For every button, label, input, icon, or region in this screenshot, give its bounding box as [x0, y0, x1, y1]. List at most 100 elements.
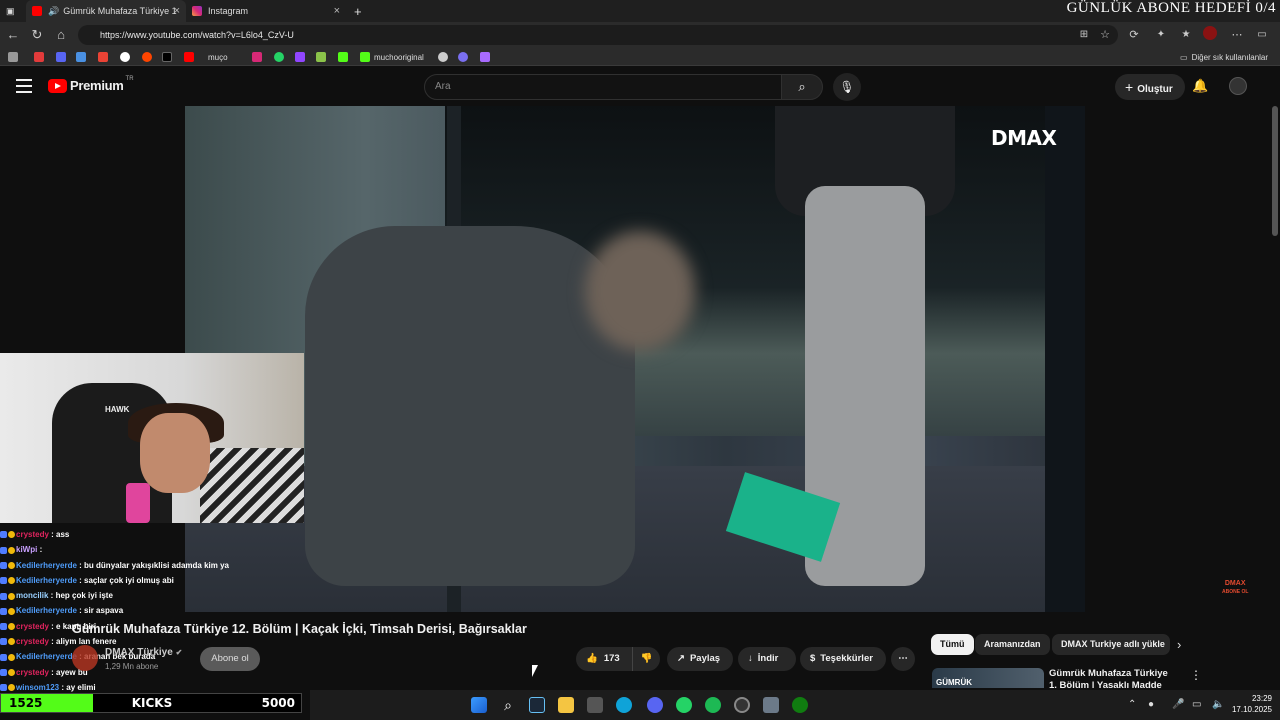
download-icon: ↓ — [748, 653, 753, 664]
chip-channel-uploads[interactable]: DMAX Turkiye adlı yükle — [1052, 634, 1170, 655]
extension-icon[interactable]: ✦ — [1152, 26, 1170, 44]
discord-icon[interactable] — [647, 697, 663, 713]
tab-instagram[interactable]: Instagram × — [186, 0, 346, 22]
search-icon[interactable]: ⌕ — [500, 697, 516, 713]
bookmark-icon[interactable] — [34, 52, 48, 62]
chat-username[interactable]: Kedilerheryerde — [16, 576, 77, 585]
volume-icon[interactable]: 🔈 — [1212, 699, 1224, 710]
chat-username[interactable]: Kedilerheryerde — [16, 561, 77, 570]
create-button[interactable]: + Oluştur — [1115, 74, 1185, 100]
video-player[interactable]: DMAX — [185, 106, 1085, 612]
chat-username[interactable]: kiWpi — [16, 545, 37, 554]
menu-hamburger-icon[interactable] — [16, 79, 32, 93]
bookmark-icon[interactable] — [458, 52, 472, 62]
tray-app-icon[interactable]: ● — [1148, 699, 1154, 710]
xbox-icon[interactable] — [792, 697, 808, 713]
file-explorer-icon[interactable] — [558, 697, 574, 713]
bookmark-icon[interactable] — [316, 52, 330, 62]
dislike-button[interactable]: 👎 — [632, 647, 660, 671]
new-tab-button[interactable]: + — [348, 0, 368, 22]
like-button[interactable]: 👍 173 — [576, 647, 632, 671]
search-button[interactable]: ⌕ — [781, 74, 823, 100]
recommended-title[interactable]: Gümrük Muhafaza Türkiye 1. Bölüm | Yasak… — [1049, 668, 1174, 688]
profile-icon[interactable] — [1201, 26, 1219, 44]
twitch-icon[interactable] — [295, 52, 309, 62]
subscriber-badge-icon — [0, 607, 7, 615]
obs-icon[interactable] — [734, 697, 750, 713]
chat-username[interactable]: Kedilerheryerde — [16, 652, 77, 661]
bookmark-icon[interactable] — [8, 52, 22, 62]
home-icon[interactable]: ⌂ — [52, 26, 70, 44]
whatsapp-icon[interactable] — [274, 52, 288, 62]
chat-username[interactable]: Kedilerheryerde — [16, 606, 77, 615]
start-icon[interactable] — [471, 697, 487, 713]
voice-search-button[interactable]: 🎙 — [833, 73, 861, 101]
favorite-star-icon[interactable]: ☆ — [1096, 26, 1114, 44]
app-install-icon[interactable]: ⊞ — [1075, 26, 1093, 44]
tab-youtube[interactable]: 🔊 Gümrük Muhafaza Türkiye 1 × — [26, 0, 186, 22]
network-icon[interactable]: ▭ — [1192, 699, 1201, 710]
edge-icon[interactable] — [616, 697, 632, 713]
search-input[interactable]: Ara — [424, 74, 782, 100]
daily-subscriber-goal: GÜNLÜK ABONE HEDEFİ 0/4 — [1066, 0, 1276, 16]
bookmark-icon[interactable] — [438, 52, 452, 62]
channel-name[interactable]: DMAX Türkiye ✔ — [105, 647, 182, 658]
kick-icon[interactable] — [338, 52, 352, 62]
google-icon[interactable] — [120, 52, 134, 62]
chat-username[interactable]: crystedy — [16, 622, 49, 631]
menu-icon[interactable]: ⋯ — [1228, 26, 1246, 44]
bookmark-youtube-muco[interactable]: muço — [184, 52, 228, 62]
thumbs-up-icon: 👍 — [586, 653, 598, 664]
steam-icon[interactable] — [529, 697, 545, 713]
sidebar-icon[interactable]: ▭ — [1253, 26, 1271, 44]
chevron-right-icon[interactable]: › — [1177, 637, 1181, 652]
more-actions-button[interactable]: ⋯ — [891, 647, 915, 671]
instagram-icon[interactable] — [252, 52, 266, 62]
subscriber-badge-icon — [0, 577, 7, 585]
chat-message: moncilik : hep çok iyi işte — [0, 588, 310, 603]
youtube-premium-logo[interactable]: Premium TR — [48, 76, 134, 93]
share-button[interactable]: ↗ Paylaş — [667, 647, 733, 671]
channel-avatar[interactable] — [72, 645, 98, 671]
chevron-up-icon[interactable]: ⌃ — [1128, 699, 1136, 710]
store-icon[interactable] — [587, 697, 603, 713]
chat-username[interactable]: crystedy — [16, 668, 49, 677]
more-vertical-icon[interactable]: ⋮ — [1190, 668, 1202, 682]
bookmark-icon[interactable] — [56, 52, 70, 62]
address-bar[interactable]: https://www.youtube.com/watch?v=L6lo4_Cz… — [78, 25, 1118, 45]
page-scrollbar[interactable] — [1272, 106, 1278, 236]
bookmark-icon[interactable] — [76, 52, 90, 62]
subscribe-button[interactable]: Abone ol — [200, 647, 260, 671]
chat-username[interactable]: moncilik — [16, 591, 48, 600]
chat-username[interactable]: winsom123 — [16, 683, 59, 692]
bookmark-icon[interactable] — [480, 52, 494, 62]
notifications-bell-icon[interactable]: 🔔 — [1192, 78, 1208, 94]
whatsapp-icon[interactable] — [676, 697, 692, 713]
chat-username[interactable]: crystedy — [16, 637, 49, 646]
chip-all[interactable]: Tümü — [931, 634, 974, 655]
chat-separator: : — [48, 591, 56, 601]
reload-icon[interactable]: ↻ — [28, 26, 46, 44]
app-icon[interactable] — [763, 697, 779, 713]
favorites-icon[interactable]: ★ — [1177, 26, 1195, 44]
close-tab-icon[interactable]: × — [174, 5, 180, 17]
recommended-thumbnail[interactable]: GÜMRÜK — [932, 668, 1044, 688]
account-avatar[interactable] — [1229, 77, 1247, 95]
chip-from-search[interactable]: Aramanızdan — [975, 634, 1050, 655]
spotify-icon[interactable] — [705, 697, 721, 713]
gmail-icon[interactable] — [98, 52, 112, 62]
refresh-extension-icon[interactable]: ⟳ — [1125, 26, 1143, 44]
system-clock[interactable]: 23:29 17.10.2025 — [1232, 693, 1272, 715]
x-icon[interactable] — [162, 52, 176, 62]
download-button[interactable]: ↓ İndir — [738, 647, 796, 671]
microphone-icon[interactable]: 🎤 — [1172, 699, 1184, 710]
bookmark-kick-muchooriginal[interactable]: muchooriginal — [360, 52, 424, 62]
other-bookmarks-folder[interactable]: ▭ Diğer sık kullanılanlar — [1180, 52, 1268, 62]
chair-logo: HAWK — [105, 405, 130, 414]
close-tab-icon[interactable]: × — [334, 5, 340, 17]
back-icon[interactable]: ← — [4, 26, 22, 44]
chat-username[interactable]: crystedy — [16, 530, 49, 539]
tab-actions-icon[interactable]: ▣ — [0, 0, 22, 22]
thanks-button[interactable]: $ Teşekkürler — [800, 647, 886, 671]
reddit-icon[interactable] — [142, 52, 156, 62]
